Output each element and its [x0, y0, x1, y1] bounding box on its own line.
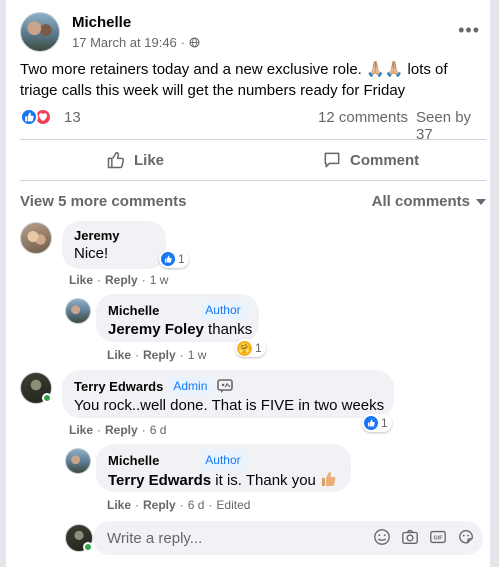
avatar[interactable] [65, 298, 91, 324]
praying-hands-emoji: 🙏🏼🙏🏼 [366, 61, 404, 78]
comment-time[interactable]: 1 w [188, 348, 207, 362]
meta-separator: · [141, 273, 146, 287]
comment-reply-button[interactable]: Reply [143, 348, 176, 362]
like-reaction-icon [161, 252, 175, 266]
svg-text:GIF: GIF [434, 536, 444, 542]
comment-filter-dropdown[interactable]: All comments [372, 193, 486, 210]
author-name[interactable]: Michelle [72, 14, 131, 31]
comment-text: Nice! [74, 245, 109, 262]
meta-separator: · [97, 423, 102, 437]
like-button[interactable]: Like [106, 140, 164, 180]
author-badge: Author [201, 451, 245, 469]
comment-button[interactable]: Comment [322, 140, 419, 180]
online-status-dot [42, 393, 52, 403]
divider [20, 180, 486, 181]
comment-like-button[interactable]: Like [69, 273, 93, 287]
emoji-icon[interactable] [373, 528, 391, 546]
comment-reactions[interactable]: 1 [362, 414, 392, 432]
seen-count[interactable]: Seen by 37 [416, 109, 486, 143]
care-reaction-icon: 🤗 [237, 340, 252, 356]
caret-down-icon [476, 198, 486, 205]
comment-button-label: Comment [350, 151, 420, 169]
message-badge-icon [217, 379, 234, 393]
mention-link[interactable]: Jeremy Foley [108, 321, 204, 338]
post-text-part1: Two more retainers today and a new exclu… [20, 61, 367, 78]
meta-separator: · [208, 498, 213, 512]
edited-label[interactable]: Edited [216, 498, 250, 512]
comments-count[interactable]: 12 comments [318, 109, 408, 126]
action-bar: Like Comment [20, 140, 486, 180]
gif-icon[interactable]: GIF [429, 528, 447, 546]
post-timestamp[interactable]: 17 March at 19:46 [72, 35, 177, 50]
comment-time[interactable]: 6 d [150, 423, 167, 437]
reaction-icons[interactable] [20, 108, 52, 126]
comment-meta: Like · Reply · 1 w [69, 273, 168, 287]
admin-badge: Admin [169, 377, 212, 395]
comment-filter-label: All comments [371, 193, 470, 210]
comment-reactions[interactable]: 1 [159, 250, 189, 268]
meta-separator: · [135, 498, 140, 512]
reactions-summary: 13 12 comments Seen by 37 [20, 108, 486, 143]
comment-time[interactable]: 1 w [150, 273, 169, 287]
meta-separator: · [141, 423, 146, 437]
post-card: Michelle 17 March at 19:46 · ••• Two mor… [6, 0, 490, 567]
commenter-name[interactable]: Michelle [108, 303, 159, 318]
online-status-dot [83, 542, 93, 552]
post-text: Two more retainers today and a new exclu… [20, 59, 475, 101]
comments-header: View 5 more comments All comments [20, 193, 486, 213]
composer-tools: GIF [373, 528, 475, 546]
comment-text: You rock..well done. That is FIVE in two… [74, 397, 385, 414]
comment-text: Jeremy Foley thanks [108, 321, 253, 338]
comment-text: Terry Edwards it is. Thank you [108, 471, 339, 489]
commenter-name[interactable]: Michelle [108, 453, 159, 468]
comment-meta: Like · Reply · 6 d · Edited [107, 498, 250, 512]
reaction-count[interactable]: 13 [64, 109, 81, 126]
reaction-count: 1 [178, 252, 185, 266]
like-button-label: Like [134, 151, 165, 169]
reaction-count: 1 [255, 341, 262, 355]
commenter-name[interactable]: Terry Edwards [74, 379, 163, 394]
comment-icon [324, 152, 340, 168]
avatar[interactable] [65, 448, 91, 474]
meta-separator: · [179, 348, 184, 362]
reaction-count: 1 [381, 416, 388, 430]
thumbs-up-emoji-icon [321, 472, 336, 486]
comment-bubble: Terry Edwards Admin You rock..well done.… [62, 370, 394, 418]
commenter-name[interactable]: Jeremy [74, 228, 154, 243]
meta-separator: · [97, 273, 102, 287]
more-options-icon[interactable]: ••• [458, 20, 480, 41]
author-badge: Author [201, 301, 245, 319]
mention-link[interactable]: Terry Edwards [108, 472, 211, 489]
comment-time[interactable]: 6 d [188, 498, 205, 512]
post-header: Michelle 17 March at 19:46 · ••• [20, 10, 480, 54]
comment-meta: Like · Reply · 6 d [69, 423, 166, 437]
comment-bubble: Michelle Author Terry Edwards it is. Tha… [96, 444, 351, 492]
thumbs-up-icon [107, 151, 125, 169]
comment-bubble: Michelle Author Jeremy Foley thanks [96, 294, 259, 342]
camera-icon[interactable] [401, 528, 419, 546]
avatar[interactable] [20, 12, 60, 52]
reply-composer: GIF [93, 521, 483, 555]
meta-separator: · [180, 35, 186, 50]
comment-like-button[interactable]: Like [69, 423, 93, 437]
comment-reply-button[interactable]: Reply [143, 498, 176, 512]
globe-icon [189, 37, 200, 48]
like-reaction-icon [20, 108, 38, 126]
comment-reply-button[interactable]: Reply [105, 423, 138, 437]
avatar[interactable] [20, 222, 52, 254]
reply-input[interactable] [107, 521, 357, 555]
comment-reply-button[interactable]: Reply [105, 273, 138, 287]
like-reaction-icon [364, 416, 378, 430]
comment-like-button[interactable]: Like [107, 498, 131, 512]
comment-like-button[interactable]: Like [107, 348, 131, 362]
meta-separator: · [135, 348, 140, 362]
view-more-comments-link[interactable]: View 5 more comments [20, 193, 186, 210]
meta-separator: · [179, 498, 184, 512]
sticker-icon[interactable] [457, 528, 475, 546]
comment-bubble: Jeremy Nice! [62, 221, 166, 269]
comment-reactions[interactable]: 🤗 1 [235, 339, 266, 357]
comment-meta: Like · Reply · 1 w [107, 348, 206, 362]
post-meta: 17 March at 19:46 · [72, 35, 200, 50]
